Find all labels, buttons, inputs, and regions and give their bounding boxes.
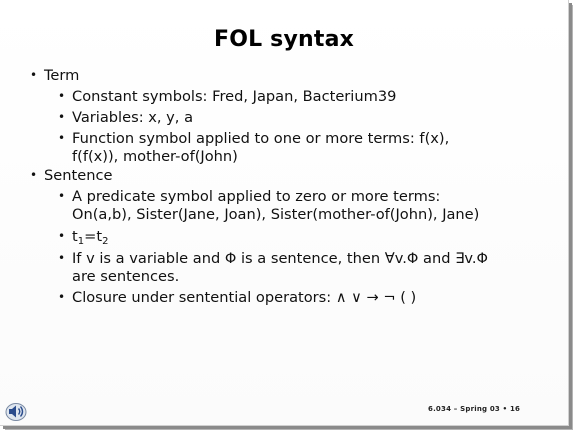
bullet-marker: • xyxy=(58,251,66,265)
bullet-predicate-symbol: • A predicate symbol applied to zero or m… xyxy=(58,188,441,205)
bullet-marker: • xyxy=(58,89,66,103)
bullet-term-equality: • t1=t2 xyxy=(58,228,109,247)
bullet-sentence: • Sentence xyxy=(30,167,113,184)
bullet-predicate-symbol-cont: On(a,b), Sister(Jane, Joan), Sister(moth… xyxy=(72,206,480,223)
bullet-marker: • xyxy=(58,229,66,243)
bullet-quantifiers-cont: are sentences. xyxy=(72,268,180,285)
bullet-marker: • xyxy=(58,189,66,203)
bullet-constant-symbols: • Constant symbols: Fred, Japan, Bacteriu… xyxy=(58,88,397,105)
bullet-marker: • xyxy=(58,110,66,124)
bullet-marker: • xyxy=(58,131,66,145)
bullet-quantifiers: • If v is a variable and Φ is a sentence,… xyxy=(58,250,488,267)
bullet-marker: • xyxy=(30,68,38,82)
bullet-marker: • xyxy=(30,168,38,182)
bullet-function-symbol-cont: f(f(x)), mother-of(John) xyxy=(72,148,238,165)
slide-footer: 6.034 – Spring 03 • 16 xyxy=(428,405,521,413)
bullet-variables: • Variables: x, y, a xyxy=(58,109,194,126)
slide: FOL syntax • Term • Constant symbols: Fred… xyxy=(0,0,569,426)
slide-title: FOL syntax xyxy=(213,27,355,52)
speaker-icon[interactable] xyxy=(4,400,28,422)
bullet-marker: • xyxy=(58,290,66,304)
bullet-term: • Term xyxy=(30,67,80,84)
bullet-closure: • Closure under sentential operators: ∧ ∨… xyxy=(58,289,417,306)
bullet-function-symbol: • Function symbol applied to one or more … xyxy=(58,130,450,147)
